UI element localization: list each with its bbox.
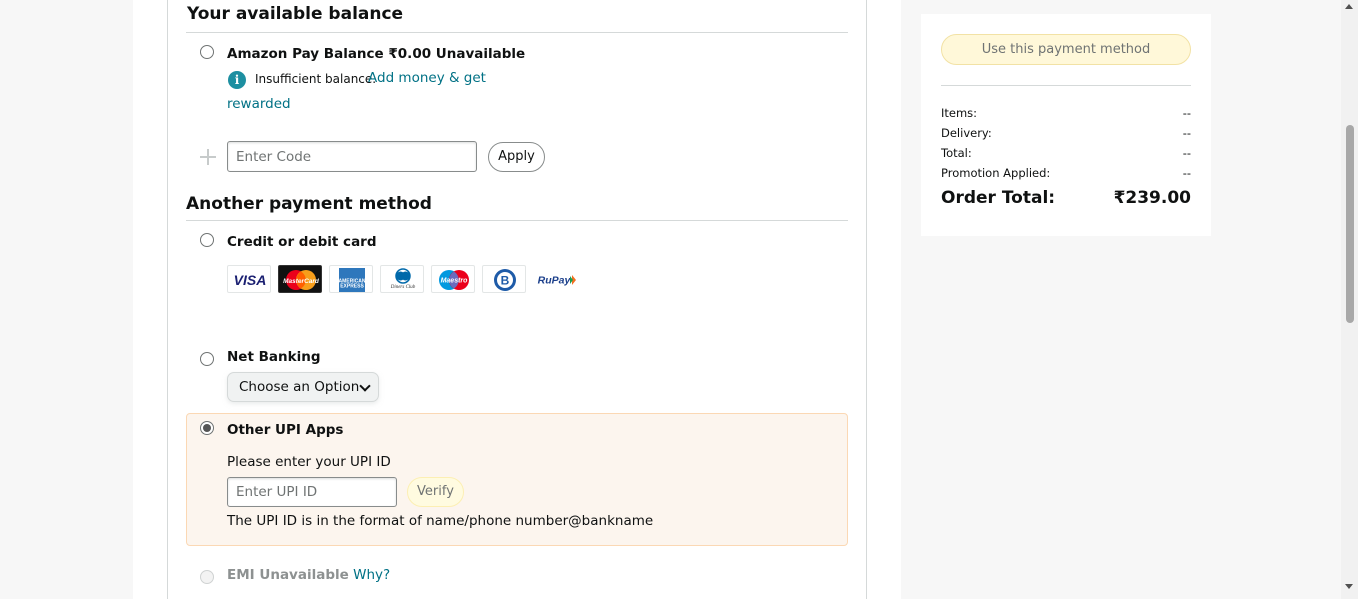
amazon-pay-radio[interactable] [200, 45, 214, 59]
add-money-link-continued[interactable]: rewarded [227, 96, 291, 112]
upi-format-hint: The UPI ID is in the format of name/phon… [227, 513, 654, 529]
order-total-value: ₹239.00 [1113, 188, 1191, 208]
mastercard-logo-icon: MasterCard [278, 265, 322, 293]
emi-why-link[interactable]: Why? [353, 567, 390, 583]
card-label: Credit or debit card [227, 234, 377, 250]
svg-text:MasterCard: MasterCard [283, 278, 320, 285]
insufficient-balance-text: Insufficient balance. [255, 72, 377, 86]
plus-icon [200, 149, 216, 165]
svg-text:EXPRESS: EXPRESS [340, 284, 364, 290]
upi-id-input[interactable] [227, 477, 397, 507]
scroll-up-arrow-icon[interactable] [1345, 4, 1353, 9]
amex-logo-icon: AMERICAN EXPRESS [329, 265, 373, 293]
apply-button[interactable]: Apply [488, 142, 545, 172]
order-total: Order Total: ₹239.00 [941, 188, 1191, 208]
verify-button[interactable]: Verify [407, 477, 464, 507]
another-payment-divider [186, 220, 848, 221]
net-banking-select-value: Choose an Option [239, 379, 360, 395]
summary-row-items: Items: -- [941, 106, 1191, 120]
emi-row: EMI Unavailable Why? [227, 567, 390, 583]
upi-label: Other UPI Apps [227, 422, 344, 438]
visa-logo-icon: VISA [227, 265, 271, 293]
rupay-logo-icon: RuPay [533, 265, 577, 293]
svg-text:RuPay: RuPay [538, 275, 572, 287]
upi-radio[interactable] [200, 421, 214, 435]
order-total-label: Order Total: [941, 188, 1056, 208]
emi-label: EMI Unavailable [227, 567, 349, 583]
page-scrollbar[interactable] [1341, 0, 1358, 599]
diners-club-logo-icon: Diners Club [380, 265, 424, 293]
summary-row-promotion: Promotion Applied: -- [941, 166, 1191, 180]
chevron-down-icon [359, 380, 371, 392]
add-money-link[interactable]: Add money & get [368, 70, 486, 86]
svg-text:VISA: VISA [234, 272, 267, 288]
net-banking-label: Net Banking [227, 349, 321, 365]
maestro-logo-icon: Maestro [431, 265, 475, 293]
card-radio[interactable] [200, 233, 214, 247]
amazon-pay-label: Amazon Pay Balance ₹0.00 Unavailable [227, 46, 526, 62]
bajaj-finserv-logo-icon: B [482, 265, 526, 293]
summary-divider [941, 85, 1191, 86]
scroll-down-arrow-icon[interactable] [1345, 584, 1353, 589]
balance-section-title: Your available balance [187, 4, 404, 24]
balance-divider [186, 32, 848, 33]
info-icon: i [228, 71, 246, 89]
svg-text:Diners Club: Diners Club [390, 285, 416, 290]
promo-code-input[interactable] [227, 141, 477, 172]
emi-radio [200, 570, 214, 584]
svg-text:B: B [501, 274, 510, 288]
another-payment-title: Another payment method [186, 194, 432, 214]
upi-prompt: Please enter your UPI ID [227, 454, 391, 470]
summary-row-total: Total: -- [941, 146, 1191, 160]
order-summary: Use this payment method Items: -- Deliver… [921, 14, 1211, 236]
svg-text:Maestro: Maestro [441, 278, 469, 285]
use-payment-method-button[interactable]: Use this payment method [941, 34, 1191, 65]
scrollbar-thumb[interactable] [1346, 125, 1354, 323]
net-banking-radio[interactable] [200, 352, 214, 366]
summary-row-delivery: Delivery: -- [941, 126, 1191, 140]
net-banking-select[interactable]: Choose an Option [227, 372, 379, 402]
